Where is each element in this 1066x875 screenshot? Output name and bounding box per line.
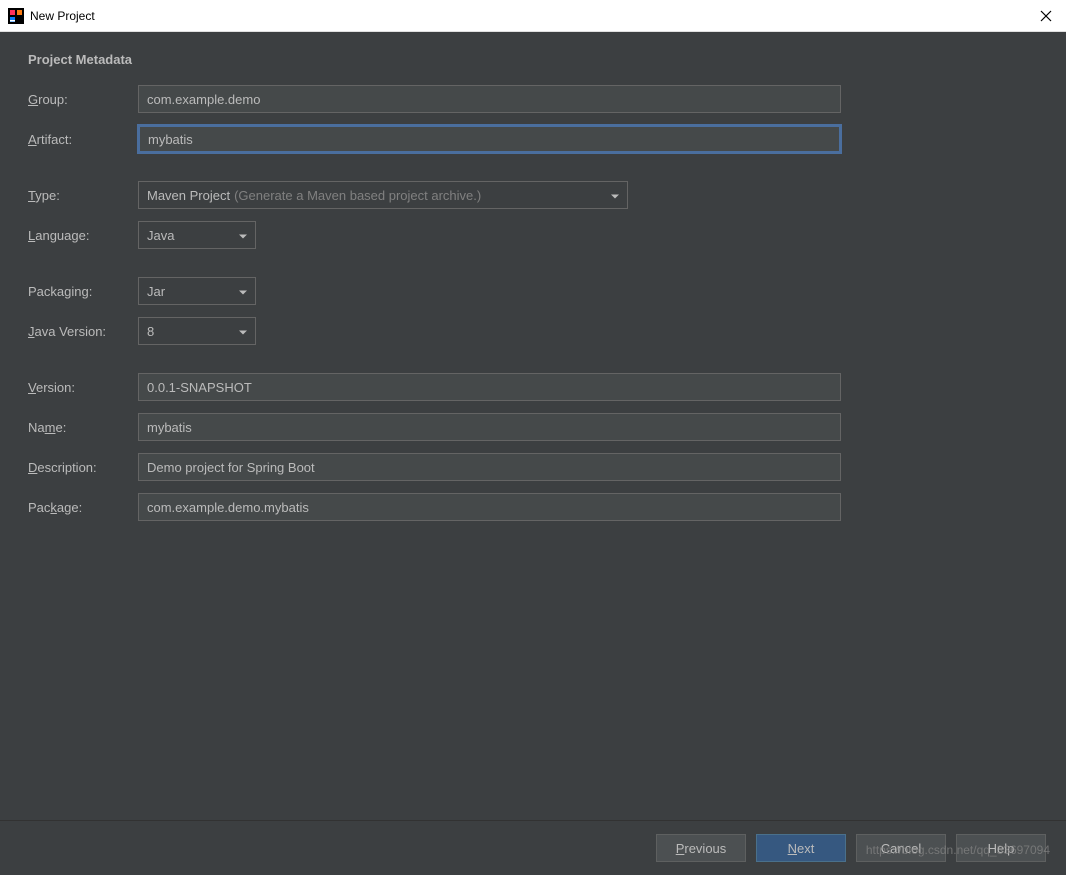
titlebar: New Project	[0, 0, 1066, 32]
type-label: Type:	[28, 188, 138, 203]
language-value: Java	[147, 228, 174, 243]
group-input[interactable]	[138, 85, 841, 113]
button-bar: Previous Next Cancel Help https://blog.c…	[0, 820, 1066, 875]
version-label: Version:	[28, 380, 138, 395]
group-label: Group:	[28, 92, 138, 107]
packaging-label: Packaging:	[28, 284, 138, 299]
artifact-input[interactable]	[138, 125, 841, 153]
cancel-button[interactable]: Cancel	[856, 834, 946, 862]
description-input[interactable]	[138, 453, 841, 481]
package-input[interactable]	[138, 493, 841, 521]
name-row: Name:	[28, 413, 1038, 441]
artifact-label: Artifact:	[28, 132, 138, 147]
chevron-down-icon	[239, 228, 247, 243]
chevron-down-icon	[611, 188, 619, 203]
group-row: Group:	[28, 85, 1038, 113]
description-row: Description:	[28, 453, 1038, 481]
help-button[interactable]: Help	[956, 834, 1046, 862]
next-button[interactable]: Next	[756, 834, 846, 862]
artifact-row: Artifact:	[28, 125, 1038, 153]
java-version-value: 8	[147, 324, 154, 339]
language-label: Language:	[28, 228, 138, 243]
type-hint: (Generate a Maven based project archive.…	[234, 188, 481, 203]
java-version-select[interactable]: 8	[138, 317, 256, 345]
close-icon	[1040, 10, 1052, 22]
packaging-row: Packaging: Jar	[28, 277, 1038, 305]
version-row: Version:	[28, 373, 1038, 401]
chevron-down-icon	[239, 324, 247, 339]
package-label: Package:	[28, 500, 138, 515]
package-row: Package:	[28, 493, 1038, 521]
previous-button[interactable]: Previous	[656, 834, 746, 862]
type-select[interactable]: Maven Project (Generate a Maven based pr…	[138, 181, 628, 209]
packaging-value: Jar	[147, 284, 165, 299]
name-label: Name:	[28, 420, 138, 435]
packaging-select[interactable]: Jar	[138, 277, 256, 305]
name-input[interactable]	[138, 413, 841, 441]
java-version-label: Java Version:	[28, 324, 138, 339]
chevron-down-icon	[239, 284, 247, 299]
language-row: Language: Java	[28, 221, 1038, 249]
dialog-content: Project Metadata Group: Artifact: Type: …	[0, 32, 1066, 875]
type-value: Maven Project	[147, 188, 230, 203]
version-input[interactable]	[138, 373, 841, 401]
section-title: Project Metadata	[28, 52, 1038, 67]
java-version-row: Java Version: 8	[28, 317, 1038, 345]
description-label: Description:	[28, 460, 138, 475]
language-select[interactable]: Java	[138, 221, 256, 249]
close-button[interactable]	[1036, 6, 1056, 26]
window-title: New Project	[30, 9, 95, 23]
type-row: Type: Maven Project (Generate a Maven ba…	[28, 181, 1038, 209]
intellij-icon	[8, 8, 24, 24]
